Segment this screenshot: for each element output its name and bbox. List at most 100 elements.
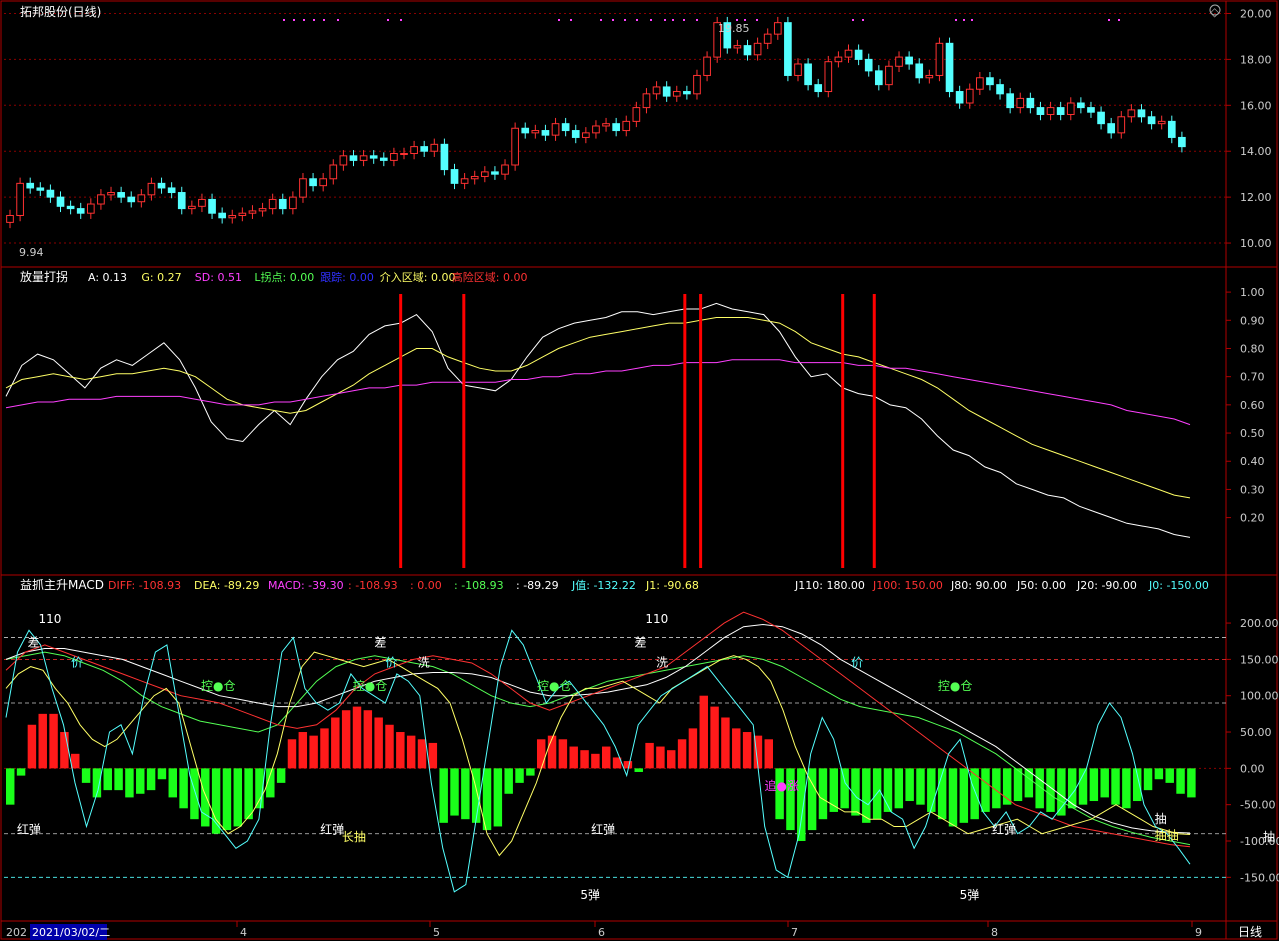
macd-histogram-bar: [677, 739, 687, 769]
candle: [1167, 120, 1176, 138]
macd-histogram-bar: [60, 732, 69, 769]
macd-histogram-bar: [1100, 768, 1109, 798]
signal-label: 5弹: [580, 888, 600, 902]
macd-histogram-bar: [1154, 768, 1164, 780]
macd-histogram-bar: [49, 713, 58, 769]
candle: [571, 130, 580, 138]
macd-histogram-bar: [710, 706, 719, 769]
signal-dot: [756, 19, 758, 21]
macd-histogram-bar: [699, 695, 708, 769]
macd-histogram-bar: [634, 768, 643, 772]
candle: [1016, 97, 1025, 109]
candle: [177, 192, 186, 210]
candle: [36, 187, 45, 191]
macd-tick-label: -150.00: [1240, 871, 1279, 884]
price-panel[interactable]: 10.0012.0014.0016.0018.0020.00◇: [4, 4, 1272, 250]
price-tick-label: 16.00: [1240, 99, 1272, 112]
candle: [693, 74, 701, 95]
macd-histogram-bar: [721, 717, 730, 769]
candle: [278, 198, 287, 210]
candle: [945, 42, 954, 93]
signal-label: 价: [385, 656, 397, 670]
candle: [470, 175, 479, 180]
candle: [440, 143, 449, 171]
candle: [612, 123, 620, 132]
candle: [66, 205, 75, 210]
candle: [1127, 109, 1136, 118]
legend-item: L拐点: 0.00: [254, 270, 314, 284]
indicator2-title: 放量打拐: [20, 269, 68, 284]
macd-histogram-bar: [937, 768, 947, 820]
candle: [339, 155, 348, 166]
signal-label: 红弹: [17, 822, 41, 837]
candle: [996, 84, 1004, 95]
date-prefix: 202: [6, 926, 27, 939]
candle: [268, 198, 277, 210]
series-line: [5, 359, 1191, 426]
macd-histogram-bar: [1002, 768, 1012, 805]
legend-item: J100: 150.00: [872, 579, 943, 592]
candle: [289, 196, 297, 210]
candle: [814, 84, 823, 93]
signal-label: 110: [39, 612, 62, 626]
macd-histogram-bar: [385, 724, 394, 769]
macd-histogram-bar: [764, 739, 773, 769]
candle: [672, 91, 681, 97]
stock-chart[interactable]: 10.0012.0014.0016.0018.0020.00◇ 0.200.30…: [0, 0, 1279, 941]
macd-histogram-bar: [179, 768, 188, 809]
signal-dot: [570, 19, 572, 21]
x-tick-label: 5: [433, 926, 440, 939]
candle: [198, 198, 206, 207]
candle: [763, 33, 772, 44]
candle: [854, 49, 863, 60]
signal-dot: [744, 19, 746, 21]
candle: [117, 192, 125, 198]
candle: [864, 58, 873, 72]
legend-item: SD: 0.51: [195, 271, 242, 284]
signal-label: 价: [851, 656, 863, 670]
candle: [1178, 136, 1186, 148]
legend-item: J110: 180.00: [794, 579, 865, 592]
signal-dot: [283, 19, 285, 21]
candle: [167, 187, 176, 194]
macd-histogram-bar: [428, 742, 438, 769]
signal-dot: [558, 19, 560, 21]
signal-label: 控●仓: [201, 679, 235, 693]
macd-histogram-bar: [287, 739, 297, 769]
candle: [238, 212, 247, 216]
macd-histogram-bar: [396, 732, 405, 769]
candle: [248, 210, 257, 214]
indicator-tick-label: 0.20: [1240, 512, 1265, 525]
macd-histogram-bar: [16, 768, 26, 776]
indicator-tick-label: 0.50: [1240, 427, 1265, 440]
macd-histogram-bar: [450, 768, 459, 816]
candle: [844, 49, 853, 58]
candle: [905, 56, 913, 65]
candle: [915, 63, 924, 79]
legend-item: : -108.93: [348, 579, 398, 592]
macd-histogram-bar: [526, 768, 535, 776]
macd-histogram-bar: [190, 768, 199, 820]
legend-item: 介入区域: 0.00: [380, 271, 456, 284]
indicator-panel-macd[interactable]: -150.00-100.00-50.000.0050.00100.00150.0…: [4, 579, 1279, 902]
macd-histogram-bar: [862, 768, 871, 823]
period-tab[interactable]: 日线: [1238, 925, 1262, 939]
candle: [733, 45, 742, 49]
indicator-panel-fanglang[interactable]: 0.20 0.30 0.40 0.50 0.60 0.70 0.80 0.90 1.00 A: 0…: [5, 270, 1265, 568]
candle: [622, 120, 631, 132]
macd-histogram-bar: [103, 768, 112, 791]
macd-histogram-bar: [916, 768, 925, 805]
macd-histogram-bar: [71, 753, 80, 769]
indicator-tick-label: 0.80: [1240, 342, 1265, 355]
macd-histogram-bar: [515, 768, 524, 783]
candle: [157, 182, 166, 189]
macd-tick-label: 100.00: [1240, 690, 1279, 703]
candle: [97, 194, 105, 205]
candle: [531, 130, 540, 134]
macd-histogram-bar: [168, 768, 177, 798]
macd-histogram-bar: [786, 768, 795, 831]
candle: [885, 65, 893, 86]
signal-label: 长抽: [342, 830, 366, 844]
macd-histogram-bar: [1013, 768, 1023, 802]
candle: [309, 178, 317, 187]
